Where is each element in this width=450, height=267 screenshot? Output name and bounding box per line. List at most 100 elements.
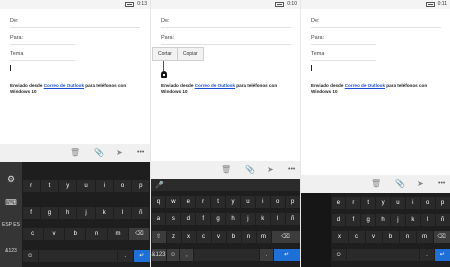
key[interactable]: m	[107, 228, 129, 240]
backspace-key[interactable]: ⌫	[271, 231, 300, 243]
cut-menu-item[interactable]: Cortar	[153, 48, 177, 60]
language-key[interactable]: ESP ES	[0, 222, 22, 228]
key[interactable]: r	[196, 196, 211, 208]
key[interactable]: j	[391, 214, 405, 226]
key[interactable]: r	[346, 197, 361, 209]
period-key[interactable]: .	[419, 249, 435, 261]
subject-field[interactable]: Tema	[311, 47, 376, 61]
key[interactable]: t	[361, 197, 376, 209]
key[interactable]: ñ	[132, 207, 150, 219]
selection-handle[interactable]	[161, 61, 167, 80]
key[interactable]: c	[348, 231, 365, 243]
key[interactable]: y	[226, 196, 240, 208]
copy-menu-item[interactable]: Copiar	[176, 48, 203, 60]
key[interactable]: j	[77, 207, 95, 219]
gear-icon[interactable]: ⚙	[0, 175, 22, 184]
key[interactable]: x	[181, 231, 196, 243]
key[interactable]: o	[270, 196, 285, 208]
backspace-key[interactable]: ⌫	[433, 231, 450, 243]
key[interactable]: e	[331, 197, 346, 209]
key[interactable]: t	[211, 196, 226, 208]
key[interactable]: f	[346, 214, 361, 226]
enter-key[interactable]: ↵	[435, 249, 450, 261]
more-icon[interactable]: •••	[288, 165, 295, 175]
paperclip-icon[interactable]: 📎	[395, 179, 405, 189]
key[interactable]: i	[95, 180, 113, 192]
key[interactable]: o	[113, 180, 132, 192]
key[interactable]: n	[399, 231, 416, 243]
key[interactable]: v	[211, 231, 226, 243]
key[interactable]: d	[331, 214, 346, 226]
key[interactable]: m	[256, 231, 271, 243]
key[interactable]: p	[285, 196, 300, 208]
paperclip-icon[interactable]: 📎	[94, 148, 104, 158]
send-icon[interactable]: ➤	[417, 179, 424, 189]
from-field[interactable]: De:	[311, 14, 441, 28]
space-key[interactable]	[39, 250, 117, 262]
key[interactable]: y	[59, 180, 77, 192]
from-field[interactable]: De:	[10, 14, 140, 28]
key[interactable]: t	[40, 180, 59, 192]
trash-icon[interactable]: 🗑	[70, 148, 80, 158]
keyboard-icon[interactable]: ⌨	[0, 199, 22, 207]
key[interactable]: u	[391, 197, 405, 209]
key[interactable]: b	[65, 228, 86, 240]
key[interactable]: l	[420, 214, 435, 226]
key[interactable]: o	[420, 197, 435, 209]
key[interactable]: c	[196, 231, 211, 243]
key[interactable]: h	[376, 214, 390, 226]
from-field[interactable]: De:	[161, 14, 291, 28]
outlook-link[interactable]: Correo de Outlook	[345, 83, 385, 88]
key[interactable]: d	[181, 213, 196, 225]
send-icon[interactable]: ➤	[116, 148, 123, 158]
more-icon[interactable]: •••	[137, 148, 144, 158]
key[interactable]: k	[95, 207, 113, 219]
subject-field[interactable]: Tema	[10, 47, 75, 61]
key[interactable]: h	[59, 207, 77, 219]
send-icon[interactable]: ➤	[267, 165, 274, 175]
key[interactable]: p	[132, 180, 150, 192]
emoji-key[interactable]: ☺	[22, 250, 38, 262]
key[interactable]: i	[255, 196, 270, 208]
key[interactable]: m	[416, 231, 433, 243]
period-key[interactable]: .	[259, 249, 273, 261]
key[interactable]: g	[361, 214, 376, 226]
space-key[interactable]	[194, 249, 259, 261]
key[interactable]: ñ	[435, 214, 450, 226]
key[interactable]: l	[270, 213, 285, 225]
key[interactable]: s	[166, 213, 181, 225]
key[interactable]: h	[226, 213, 240, 225]
to-field[interactable]: Para:	[161, 31, 291, 45]
trash-icon[interactable]: 🗑	[371, 179, 381, 189]
comma-key[interactable]: ,	[180, 249, 194, 261]
space-key[interactable]	[346, 249, 419, 261]
key[interactable]: r	[22, 180, 40, 192]
enter-key[interactable]: ↵	[273, 249, 300, 261]
key[interactable]: n	[241, 231, 256, 243]
key[interactable]: u	[240, 196, 255, 208]
key[interactable]: b	[382, 231, 399, 243]
key[interactable]: y	[376, 197, 390, 209]
key[interactable]: k	[405, 214, 420, 226]
key[interactable]: i	[405, 197, 420, 209]
key[interactable]: e	[181, 196, 196, 208]
to-field[interactable]: Para:	[10, 31, 75, 45]
trash-icon[interactable]: 🗑	[221, 165, 231, 175]
emoji-key[interactable]: ☺	[166, 249, 180, 261]
key[interactable]: x	[331, 231, 348, 243]
key[interactable]: w	[166, 196, 181, 208]
backspace-key[interactable]: ⌫	[129, 228, 150, 240]
symbols-key[interactable]: &123	[151, 249, 166, 261]
to-field[interactable]: Para:	[311, 31, 376, 45]
key[interactable]: f	[22, 207, 40, 219]
shift-key[interactable]: ⇧	[151, 231, 166, 243]
key[interactable]: g	[40, 207, 59, 219]
more-icon[interactable]: •••	[438, 179, 445, 189]
key[interactable]: u	[77, 180, 95, 192]
key[interactable]: j	[240, 213, 255, 225]
key[interactable]: g	[211, 213, 226, 225]
key[interactable]: f	[196, 213, 211, 225]
key[interactable]: c	[22, 228, 43, 240]
symbols-key[interactable]: &123	[0, 248, 22, 254]
key[interactable]: q	[151, 196, 166, 208]
